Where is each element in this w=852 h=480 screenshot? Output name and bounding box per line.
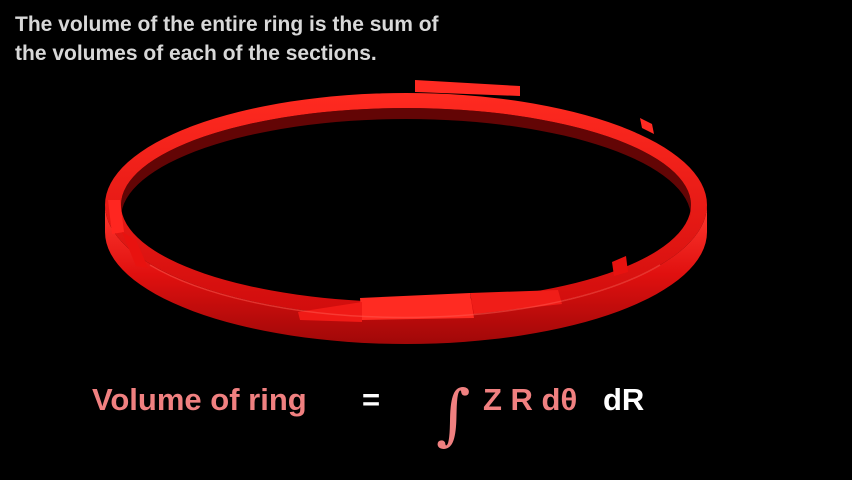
formula-differential: dR	[603, 382, 645, 417]
ring-top-surface	[105, 93, 707, 317]
ring-section-right-upper	[640, 118, 654, 134]
formula-integrand: Z R dθ	[483, 382, 578, 417]
volume-formula: Volume of ring = ∫ Z R dθ dR	[0, 370, 852, 448]
integral-sign: ∫	[436, 376, 471, 453]
formula-lhs: Volume of ring	[92, 382, 307, 417]
formula-equals: =	[362, 382, 381, 417]
